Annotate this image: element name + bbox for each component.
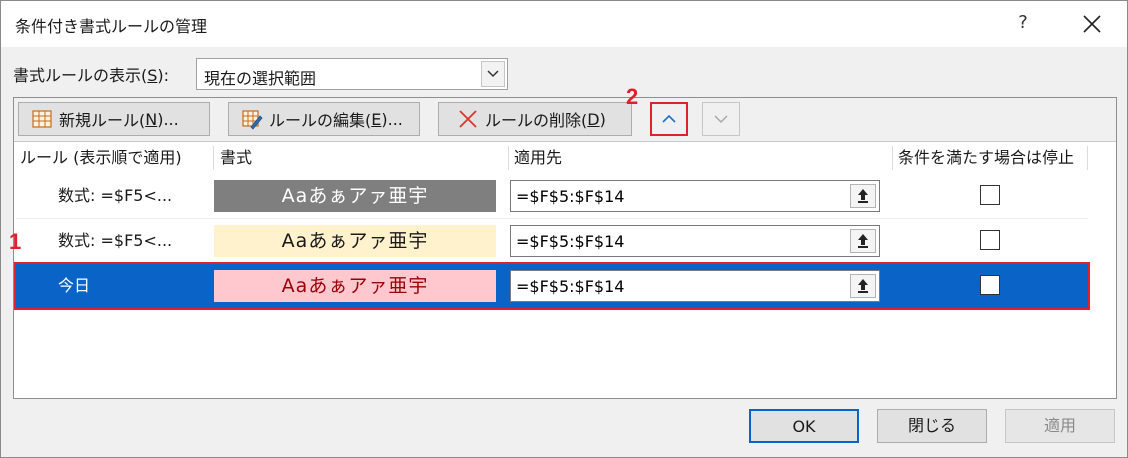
- range-select-icon[interactable]: [850, 184, 876, 208]
- column-divider: [508, 146, 509, 170]
- close-icon[interactable]: [1079, 11, 1105, 37]
- annotation-marker-2: 2: [626, 84, 639, 109]
- show-rules-selected-value: 現在の選択範囲: [204, 69, 317, 88]
- edit-rule-label: ルールの編集(: [269, 111, 372, 130]
- rules-panel: 新規ルール(N)... ルールの編集(E)... ルールの削除(D) 2: [13, 84, 1117, 399]
- edit-rule-accel: E: [371, 109, 382, 129]
- column-divider: [892, 146, 893, 170]
- delete-x-icon: [457, 108, 479, 130]
- format-preview: Aaあぁアァ亜宇: [214, 180, 496, 212]
- column-header-format: 書式: [220, 148, 253, 167]
- show-rules-label-suffix: ):: [157, 66, 170, 85]
- move-down-button[interactable]: [702, 102, 740, 136]
- help-icon[interactable]: ?: [1013, 11, 1033, 35]
- new-rule-label: 新規ルール(: [59, 111, 146, 130]
- delete-rule-button[interactable]: ルールの削除(D): [438, 102, 632, 136]
- chevron-up-icon: [662, 114, 676, 123]
- rule-name: 数式: =$F5<...: [58, 231, 173, 250]
- edit-rule-suffix: )...: [381, 109, 403, 129]
- rule-row-selected[interactable]: 今日 Aaあぁアァ亜宇 =$F$5:$F$14: [14, 262, 1090, 310]
- delete-rule-label: ルールの削除(: [485, 111, 588, 130]
- show-rules-label-text: 書式ルールの表示(: [13, 66, 148, 85]
- show-rules-label: 書式ルールの表示(S):: [13, 62, 169, 86]
- range-select-icon[interactable]: [850, 274, 876, 298]
- chevron-down-icon[interactable]: [481, 61, 505, 87]
- column-header-stop-if-true: 条件を満たす場合は停止: [898, 148, 1075, 167]
- edit-rule-button[interactable]: ルールの編集(E)...: [228, 102, 420, 136]
- stop-if-true-checkbox[interactable]: [980, 275, 1000, 295]
- new-rule-button[interactable]: 新規ルール(N)...: [18, 102, 210, 136]
- format-preview: Aaあぁアァ亜宇: [214, 270, 496, 302]
- move-up-button[interactable]: [650, 102, 688, 136]
- column-divider: [1087, 146, 1088, 170]
- stop-if-true-checkbox[interactable]: [980, 185, 1000, 205]
- show-rules-select[interactable]: 現在の選択範囲: [196, 58, 508, 90]
- format-preview: Aaあぁアァ亜宇: [214, 225, 496, 257]
- show-rules-accel: S: [147, 66, 158, 85]
- rule-row[interactable]: 数式: =$F5<... Aaあぁアァ亜宇 =$F$5:$F$14: [16, 174, 1088, 218]
- chevron-down-icon: [714, 115, 728, 124]
- apply-button[interactable]: 適用: [1005, 409, 1115, 443]
- stop-if-true-checkbox[interactable]: [980, 230, 1000, 250]
- applies-to-field[interactable]: =$F$5:$F$14: [510, 180, 880, 212]
- applies-to-field[interactable]: =$F$5:$F$14: [510, 270, 880, 302]
- rules-toolbar: 新規ルール(N)... ルールの編集(E)... ルールの削除(D) 2: [14, 84, 1116, 142]
- applies-to-value: =$F$5:$F$14: [516, 232, 625, 251]
- applies-to-value: =$F$5:$F$14: [516, 187, 625, 206]
- new-rule-accel: N: [145, 109, 158, 129]
- column-divider: [213, 146, 214, 170]
- conditional-formatting-rules-manager-dialog: 条件付き書式ルールの管理 ? 書式ルールの表示(S): 現在の選択範囲 新規ルー…: [0, 0, 1128, 458]
- new-rule-icon: [31, 108, 53, 130]
- column-header-applies-to: 適用先: [514, 148, 563, 167]
- column-header-rule: ルール (表示順で適用): [20, 148, 182, 167]
- applies-to-field[interactable]: =$F$5:$F$14: [510, 225, 880, 257]
- rule-name: 今日: [58, 276, 91, 295]
- delete-rule-accel: D: [587, 109, 600, 129]
- applies-to-value: =$F$5:$F$14: [516, 277, 625, 296]
- close-button[interactable]: 閉じる: [877, 409, 987, 443]
- rule-name: 数式: =$F5<...: [58, 186, 173, 205]
- range-select-icon[interactable]: [850, 229, 876, 253]
- new-rule-suffix: )...: [157, 109, 179, 129]
- delete-rule-suffix: ): [599, 109, 606, 129]
- rule-row[interactable]: 数式: =$F5<... Aaあぁアァ亜宇 =$F$5:$F$14: [16, 219, 1088, 263]
- title-bar: 条件付き書式ルールの管理 ?: [1, 1, 1127, 47]
- dialog-title: 条件付き書式ルールの管理: [15, 17, 208, 36]
- edit-rule-icon: [241, 108, 263, 130]
- annotation-marker-1: 1: [9, 229, 22, 254]
- ok-button[interactable]: OK: [749, 409, 859, 443]
